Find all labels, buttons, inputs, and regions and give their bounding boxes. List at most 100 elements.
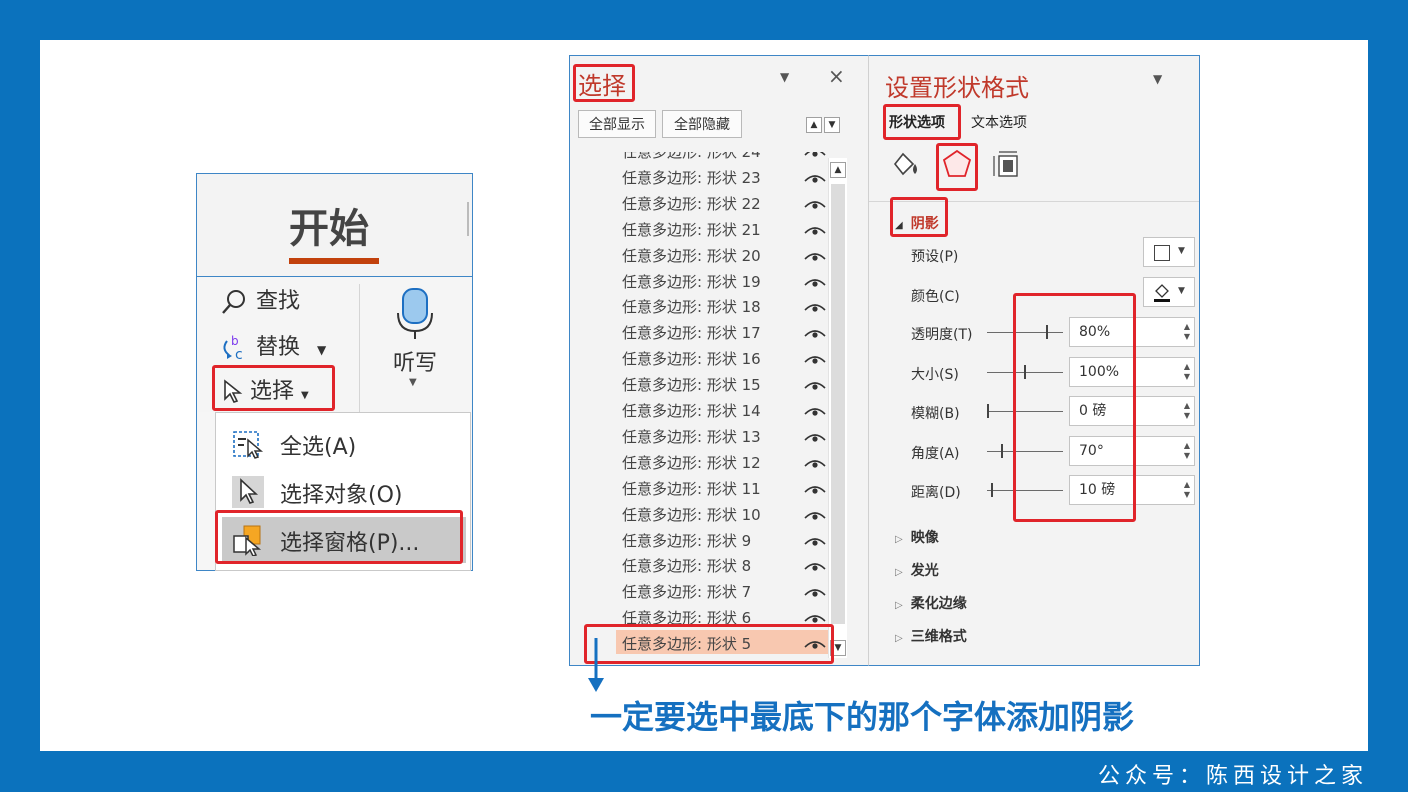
spinner-icon[interactable]: ▲ ▼ (1184, 480, 1190, 500)
dictate-button[interactable]: 听写 ▼ (393, 285, 437, 405)
size-properties-icon[interactable] (991, 150, 1021, 180)
eye-icon[interactable] (804, 327, 826, 339)
eye-icon[interactable] (804, 405, 826, 417)
eye-icon[interactable] (804, 198, 826, 210)
pane-options-chevron-icon[interactable]: ▼ (780, 70, 789, 84)
replace-icon: b c (223, 334, 243, 363)
tab-text-options[interactable]: 文本选项 (971, 112, 1027, 132)
chevron-down-icon: ▼ (1178, 246, 1185, 256)
list-item-label: 任意多边形: 形状 11 (622, 479, 761, 498)
eye-icon[interactable] (804, 301, 826, 313)
eye-icon[interactable] (804, 612, 826, 624)
svg-text:c: c (235, 347, 243, 363)
section-soft-edges[interactable]: ▷ 柔化边缘 (895, 593, 967, 613)
list-item[interactable]: 任意多边形: 形状 21 (616, 216, 828, 240)
tab-home[interactable]: 开始 (289, 196, 369, 254)
list-item[interactable]: 任意多边形: 形状 24 (616, 152, 828, 162)
menu-item-label: 全选(A) (280, 435, 357, 460)
ribbon-tab-bar: 开始 (197, 174, 472, 277)
list-item[interactable]: 任意多边形: 形状 23 (616, 164, 828, 188)
list-item[interactable]: 任意多边形: 形状 12 (616, 449, 828, 473)
search-icon (222, 290, 245, 314)
menu-item-select-all[interactable]: 全选(A) (222, 425, 466, 467)
list-item-label: 任意多边形: 形状 22 (622, 194, 761, 213)
eye-icon[interactable] (804, 152, 826, 158)
list-item-label: 任意多边形: 形状 16 (622, 350, 761, 369)
list-item[interactable]: 任意多边形: 形状 17 (616, 319, 828, 343)
spinner-icon[interactable]: ▲ ▼ (1184, 362, 1190, 382)
section-glow[interactable]: ▷ 发光 (895, 560, 939, 580)
menu-item-select-object[interactable]: 选择对象(O) (222, 473, 466, 515)
spinner-icon[interactable]: ▲ ▼ (1184, 322, 1190, 342)
list-item[interactable]: 任意多边形: 形状 15 (616, 371, 828, 395)
eye-icon[interactable] (804, 250, 826, 262)
eye-icon[interactable] (804, 457, 826, 469)
show-all-button[interactable]: 全部显示 (578, 110, 656, 138)
eye-icon[interactable] (804, 353, 826, 365)
setting-label: 距离(D) (911, 485, 961, 501)
list-item[interactable]: 任意多边形: 形状 7 (616, 578, 828, 602)
highlight-shape-options-tab (883, 104, 961, 140)
slider-handle[interactable] (1001, 443, 1004, 458)
fill-line-icon[interactable] (889, 150, 923, 178)
footer-credit: 公众号：陈西设计之家 (1097, 764, 1368, 789)
list-item[interactable]: 任意多边形: 形状 13 (616, 423, 828, 447)
close-icon[interactable]: × (828, 64, 845, 88)
scrollbar-thumb[interactable] (831, 184, 845, 624)
collapsed-triangle-icon: ▷ (895, 600, 903, 611)
eye-icon[interactable] (804, 172, 826, 184)
eye-icon[interactable] (804, 379, 826, 391)
eye-icon[interactable] (804, 509, 826, 521)
list-item[interactable]: 任意多边形: 形状 19 (616, 268, 828, 292)
collapsed-triangle-icon: ▷ (895, 567, 903, 578)
list-item-label: 任意多边形: 形状 23 (622, 168, 761, 187)
section-label: 发光 (910, 563, 939, 579)
format-pane-title: 设置形状格式 (885, 74, 1029, 102)
eye-icon[interactable] (804, 560, 826, 572)
preset-dropdown[interactable]: ▼ (1143, 237, 1195, 267)
eye-icon[interactable] (804, 586, 826, 598)
list-item[interactable]: 任意多边形: 形状 8 (616, 552, 828, 576)
highlight-pane-title (573, 64, 635, 102)
list-item-label: 任意多边形: 形状 18 (622, 298, 761, 317)
replace-button[interactable]: b c 替换 ▼ (219, 329, 326, 363)
section-reflection[interactable]: ▷ 映像 (895, 527, 939, 547)
list-item[interactable]: 任意多边形: 形状 22 (616, 190, 828, 214)
microphone-icon (397, 288, 433, 339)
setting-label: 角度(A) (911, 445, 960, 462)
section-3d-format[interactable]: ▷ 三维格式 (895, 626, 967, 646)
list-item[interactable]: 任意多边形: 形状 16 (616, 345, 828, 369)
list-item[interactable]: 任意多边形: 形状 11 (616, 475, 828, 499)
find-button[interactable]: 查找 (219, 283, 300, 317)
list-item[interactable]: 任意多边形: 形状 10 (616, 501, 828, 525)
send-backward-icon[interactable]: ▼ (824, 117, 840, 133)
list-item[interactable]: 任意多边形: 形状 18 (616, 293, 828, 317)
eye-icon[interactable] (804, 483, 826, 495)
eye-icon[interactable] (804, 276, 826, 288)
spinner-icon[interactable]: ▲ ▼ (1184, 401, 1190, 421)
dictate-label: 听写 (393, 351, 438, 376)
select-all-icon (233, 431, 264, 459)
slider-handle[interactable] (990, 483, 993, 497)
color-dropdown[interactable]: ▼ (1143, 277, 1195, 307)
eye-icon[interactable] (804, 431, 826, 443)
slider-handle[interactable] (987, 404, 989, 418)
scroll-up-icon[interactable]: ▲ (830, 162, 846, 178)
paint-bucket-icon (1154, 284, 1170, 302)
find-label: 查找 (256, 289, 301, 314)
bring-forward-icon[interactable]: ▲ (806, 117, 822, 133)
section-label: 映像 (910, 530, 939, 546)
list-item[interactable]: 任意多边形: 形状 9 (616, 527, 828, 551)
highlight-selection-pane-item (215, 510, 463, 564)
scrollbar[interactable]: ▲ ▼ (828, 158, 847, 658)
eye-icon[interactable] (804, 535, 826, 547)
hide-all-button[interactable]: 全部隐藏 (662, 110, 742, 138)
list-item-label: 任意多边形: 形状 17 (622, 324, 761, 343)
spinner-icon[interactable]: ▲ ▼ (1184, 441, 1190, 461)
list-item-label: 任意多边形: 形状 9 (622, 531, 752, 550)
pane-options-chevron-icon[interactable]: ▼ (1153, 72, 1162, 86)
down-arrow-icon (588, 638, 604, 692)
list-item[interactable]: 任意多边形: 形状 14 (616, 397, 828, 421)
eye-icon[interactable] (804, 224, 826, 236)
list-item[interactable]: 任意多边形: 形状 20 (616, 242, 828, 266)
